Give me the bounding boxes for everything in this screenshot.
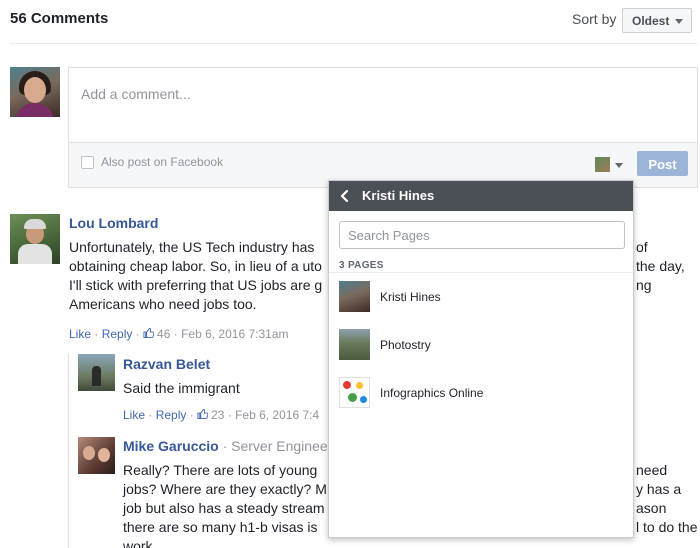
- divider: [329, 272, 633, 273]
- page-item[interactable]: Infographics Online: [329, 371, 633, 415]
- page-selector-popup: Kristi Hines Search Pages 3 PAGES Kristi…: [328, 180, 634, 538]
- post-button[interactable]: Post: [637, 151, 688, 176]
- comment-text: Unfortunately, the US Tech industry has …: [69, 239, 323, 312]
- thumbs-up-icon: [197, 408, 209, 420]
- page-avatar: [339, 281, 370, 312]
- like-count: 23: [211, 408, 225, 422]
- timestamp[interactable]: Feb 6, 2016 7:31am: [181, 327, 288, 341]
- comment-text: Really? There are lots of young jobs? Wh…: [123, 462, 327, 548]
- header-divider: [10, 43, 698, 44]
- comment-author: Mike Garuccio · Server Enginee: [123, 438, 328, 454]
- also-post-label: Also post on Facebook: [101, 155, 224, 169]
- page-item[interactable]: Kristi Hines: [329, 275, 633, 319]
- popup-title: Kristi Hines: [362, 188, 435, 203]
- chevron-down-icon[interactable]: [615, 163, 623, 168]
- comment-author[interactable]: Razvan Belet: [123, 356, 210, 372]
- page-name: Photostry: [380, 338, 431, 352]
- comment-composer: Add a comment... Also post on Facebook P…: [68, 67, 698, 188]
- chevron-down-icon: [675, 19, 683, 24]
- comment-input[interactable]: Add a comment...: [69, 68, 697, 143]
- thumbs-up-icon: [143, 327, 155, 339]
- page-avatar: [339, 377, 370, 408]
- popup-header: Kristi Hines: [329, 181, 633, 211]
- author-name[interactable]: Mike Garuccio: [123, 438, 219, 454]
- like-count: 46: [157, 327, 171, 341]
- comment-meta: Like · Reply · 23 · Feb 6, 2016 7:4: [123, 408, 320, 422]
- sort-label: Sort by: [572, 11, 617, 27]
- like-link[interactable]: Like: [123, 408, 145, 422]
- also-post-checkbox[interactable]: [81, 156, 94, 169]
- page-item[interactable]: Photostry: [329, 323, 633, 367]
- page-name: Kristi Hines: [380, 290, 441, 304]
- reply-link[interactable]: Reply: [102, 327, 133, 341]
- avatar[interactable]: [10, 214, 60, 264]
- author-title: · Server Enginee: [222, 438, 328, 454]
- comment-text: Said the immigrant: [123, 380, 240, 396]
- like-link[interactable]: Like: [69, 327, 91, 341]
- avatar[interactable]: [78, 437, 115, 474]
- sort-dropdown[interactable]: Oldest: [622, 8, 692, 33]
- avatar: [10, 67, 60, 117]
- reply-link[interactable]: Reply: [156, 408, 187, 422]
- pages-section-label: 3 PAGES: [339, 260, 384, 271]
- comment-text-overflow: need y has a ason l to do the: [636, 462, 698, 535]
- comment-count: 56 Comments: [10, 10, 109, 27]
- comment-text-overflow: of the day, ng: [636, 239, 685, 293]
- avatar[interactable]: [78, 354, 115, 391]
- page-selector-avatar[interactable]: [595, 157, 610, 172]
- chevron-left-icon[interactable]: [339, 189, 351, 203]
- page-name: Infographics Online: [380, 386, 484, 400]
- comment-meta: Like · Reply · 46 · Feb 6, 2016 7:31am: [69, 327, 289, 341]
- comment-author[interactable]: Lou Lombard: [69, 215, 158, 231]
- reply-thread-line: [68, 354, 69, 548]
- sort-value: Oldest: [632, 14, 670, 28]
- search-pages-input[interactable]: Search Pages: [339, 221, 625, 249]
- page-avatar: [339, 329, 370, 360]
- timestamp[interactable]: Feb 6, 2016 7:4: [235, 408, 319, 422]
